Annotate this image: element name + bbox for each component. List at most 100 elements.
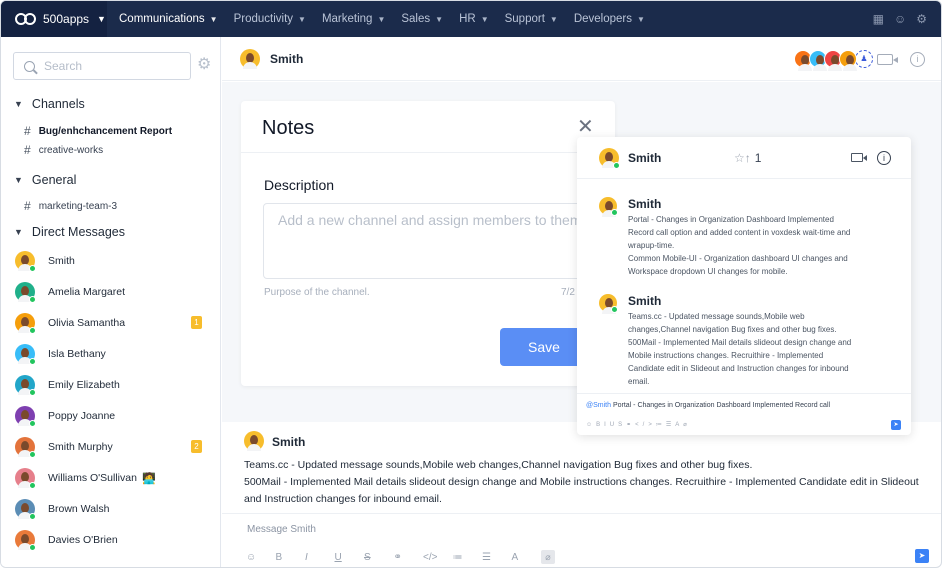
code-icon[interactable]: </> (423, 552, 453, 563)
online-status-dot (29, 327, 36, 334)
dm-item[interactable]: Isla Bethany (15, 343, 205, 365)
app-switcher[interactable]: 500apps ▼ (1, 1, 107, 37)
bullet-list-icon[interactable]: ☰ (482, 552, 512, 563)
dm-name: Poppy Joanne (48, 410, 116, 422)
participants[interactable]: ♟ (794, 50, 873, 71)
description-field[interactable]: Add a new channel and assign members to … (263, 203, 603, 279)
close-icon[interactable]: ✕ (577, 117, 594, 137)
divider (241, 152, 615, 153)
pin-count[interactable]: ☆↑ 1 (734, 151, 761, 165)
nav-item-communications[interactable]: Communications ▼ (111, 1, 226, 37)
channel-item[interactable]: # Bug/enhchancement Report (24, 124, 172, 138)
dm-name: Olivia Samantha (48, 317, 126, 329)
channel-item[interactable]: # marketing-team-3 (24, 199, 117, 213)
nav-label: Sales (401, 13, 431, 25)
message-line: Teams.cc - Updated message sounds,Mobile… (244, 459, 753, 471)
format-toolbar: ☺ B I U S ⚭ </> ≔ ☰ A ⌀ (246, 550, 555, 564)
apps-grid-icon[interactable]: ▦ (873, 12, 884, 26)
chevron-down-icon: ▼ (97, 14, 106, 24)
dm-item[interactable]: Smith (15, 250, 205, 272)
dm-item[interactable]: Olivia Samantha 1 (15, 312, 205, 334)
dm-item[interactable]: Davies O'Brien (15, 529, 205, 551)
ordered-list-icon[interactable]: ≔ (453, 552, 483, 563)
message-text: Portal - Changes in Organization Dashboa… (628, 215, 851, 276)
hash-icon: # (24, 199, 31, 213)
nav-item-support[interactable]: Support ▼ (497, 1, 566, 37)
channels-section-header[interactable]: ▼ Channels (14, 97, 85, 111)
message-author: Smith (628, 197, 662, 211)
info-icon[interactable]: i (910, 52, 925, 67)
dm-item[interactable]: Williams O'Sullivan 🧑‍💻 (15, 467, 205, 489)
video-call-icon[interactable] (851, 153, 867, 162)
pin-icon: ↑ (744, 151, 751, 165)
attach-icon[interactable]: ⌀ (541, 550, 555, 564)
avatar (599, 197, 618, 217)
unread-badge: 1 (191, 316, 202, 329)
avatar (15, 406, 36, 427)
message-composer: Message Smith ☺ B I U S ⚭ </> ≔ ☰ A ⌀ ➤ (222, 513, 941, 567)
chevron-down-icon: ▼ (209, 14, 218, 24)
search-input[interactable]: Search (13, 52, 191, 80)
app-window: 500apps ▼ Communications ▼ Productivity ▼ Ma… (0, 0, 942, 568)
channel-label: marketing-team-3 (38, 200, 118, 212)
info-icon[interactable]: i (877, 151, 891, 165)
thread-name: Smith (628, 150, 662, 165)
sidebar: Search ⚙ ▼ Channels # Bug/enhchancement … (1, 37, 221, 567)
chevron-down-icon: ▼ (636, 14, 645, 24)
strikethrough-icon[interactable]: S (364, 552, 394, 563)
send-icon[interactable]: ➤ (915, 549, 929, 563)
settings-gear-icon[interactable]: ⚙ (197, 57, 211, 73)
channel-item[interactable]: # creative-works (24, 143, 103, 157)
conversation-header: Smith ♟ i (222, 37, 941, 81)
chevron-down-icon: ▼ (480, 14, 489, 24)
italic-icon[interactable]: I (305, 552, 335, 563)
conversation-name: Smith (270, 51, 304, 66)
gear-icon[interactable]: ⚙ (916, 12, 927, 26)
support-icon[interactable]: ☺ (894, 12, 906, 26)
nav-label: Developers (573, 13, 632, 25)
dm-item[interactable]: Smith Murphy 2 (15, 436, 205, 458)
bold-icon[interactable]: B (276, 552, 306, 563)
notes-dialog: Notes ✕ Description Add a new channel an… (241, 101, 615, 386)
message-input[interactable]: Message Smith (247, 524, 316, 535)
chevron-down-icon: ▼ (435, 14, 444, 24)
send-icon[interactable]: ➤ (891, 420, 901, 430)
message-line: 500Mail - Implemented Mail details slide… (244, 476, 919, 505)
thread-reply-input[interactable]: @Smith Portal - Changes in Organization … (577, 393, 911, 435)
dm-item[interactable]: Amelia Margaret (15, 281, 205, 303)
video-call-icon[interactable] (877, 54, 898, 65)
nav-item-developers[interactable]: Developers ▼ (566, 1, 653, 37)
thread-format-toolbar[interactable]: ☺BIUS⚭</>≔☰A⌀ (586, 421, 691, 428)
nav-item-productivity[interactable]: Productivity ▼ (226, 1, 314, 37)
dm-name: Williams O'Sullivan (48, 472, 137, 484)
text-color-icon[interactable]: A (512, 552, 542, 563)
online-status-dot (29, 389, 36, 396)
avatar (15, 375, 36, 396)
thread-panel: Smith ☆↑ 1 i Smith Portal - Changes in Or… (577, 137, 911, 435)
dm-name: Smith (48, 255, 75, 267)
pin-count-value: 1 (754, 151, 762, 165)
nav-item-marketing[interactable]: Marketing ▼ (314, 1, 393, 37)
avatar (599, 294, 618, 314)
avatar (240, 48, 260, 69)
underline-icon[interactable]: U (335, 552, 365, 563)
avatar (15, 282, 36, 303)
star-icon[interactable]: ☆ (734, 151, 745, 165)
save-button[interactable]: Save (500, 328, 588, 366)
dm-item[interactable]: Emily Elizabeth (15, 374, 205, 396)
emoji-icon[interactable]: ☺ (246, 552, 276, 563)
dm-section-header[interactable]: ▼ Direct Messages (14, 225, 125, 239)
nav-item-hr[interactable]: HR ▼ (451, 1, 497, 37)
online-status-dot (29, 420, 36, 427)
link-icon[interactable]: ⚭ (394, 552, 424, 563)
description-hint: Purpose of the channel. (264, 287, 370, 298)
add-person-icon[interactable]: ♟ (855, 50, 873, 68)
dm-item[interactable]: Poppy Joanne (15, 405, 205, 427)
online-status-dot (29, 451, 36, 458)
nav-item-sales[interactable]: Sales ▼ (393, 1, 451, 37)
online-status-dot (29, 358, 36, 365)
general-section-header[interactable]: ▼ General (14, 173, 76, 187)
nav-label: Communications (119, 13, 205, 25)
dm-name: Emily Elizabeth (48, 379, 120, 391)
dm-item[interactable]: Brown Walsh (15, 498, 205, 520)
